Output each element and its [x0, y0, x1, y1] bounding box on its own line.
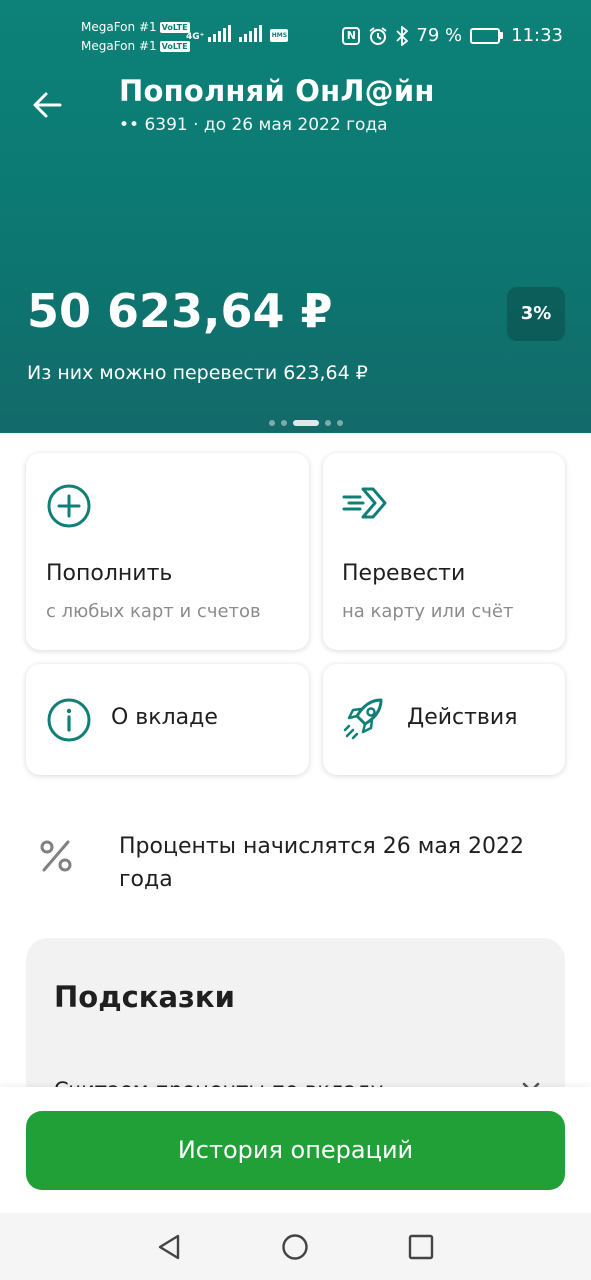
transfer-subtitle: на карту или счёт — [342, 601, 514, 622]
pager-dot[interactable] — [325, 420, 331, 426]
interest-info-text: Проценты начислятся 26 мая 2022 года — [119, 834, 525, 892]
transfer-title: Перевести — [342, 561, 466, 586]
network-type-label: 4G⁺ — [186, 32, 205, 42]
info-circle-icon — [47, 698, 91, 742]
alarm-icon — [369, 26, 387, 45]
signal-icon: 4G⁺ — [186, 24, 232, 42]
home-circle-icon[interactable] — [281, 1233, 309, 1261]
interest-info: Проценты начислятся 26 мая 2022 года — [0, 820, 591, 910]
bluetooth-icon — [396, 25, 409, 46]
pager-dot[interactable] — [269, 420, 275, 426]
account-subtitle: •• 6391 · до 26 мая 2022 года — [119, 115, 388, 135]
status-bar: MegaFon #1 VoLTE MegaFon #1 VoLTE 4G⁺ HMS … — [0, 0, 591, 72]
deposit-info-card[interactable]: О вкладе — [26, 664, 309, 775]
system-nav-bar — [0, 1213, 591, 1280]
carrier-info: MegaFon #1 VoLTE MegaFon #1 VoLTE — [81, 18, 190, 56]
carrier-2-label: MegaFon #1 — [81, 39, 157, 53]
topup-subtitle: с любых карт и счетов — [46, 601, 261, 622]
status-right: N 79 % 11:33 — [342, 25, 563, 46]
deposit-info-title: О вкладе — [111, 705, 218, 730]
battery-icon — [470, 27, 504, 44]
pager-dots[interactable] — [269, 420, 343, 426]
hints-title: Подсказки — [54, 980, 235, 1014]
volte-badge: VoLTE — [159, 41, 190, 52]
actions-title: Действия — [407, 705, 518, 730]
send-arrow-icon — [342, 487, 387, 519]
plus-circle-icon — [47, 484, 91, 528]
nfc-icon: N — [342, 26, 361, 45]
rocket-icon — [343, 698, 383, 740]
balance-amount: 50 623,64 ₽ — [27, 284, 333, 338]
topup-title: Пополнить — [46, 561, 173, 586]
hms-icon: HMS — [270, 29, 289, 42]
account-header: MegaFon #1 VoLTE MegaFon #1 VoLTE 4G⁺ HMS … — [0, 0, 591, 433]
pager-dot[interactable] — [337, 420, 343, 426]
battery-percent: 79 % — [416, 25, 463, 46]
pager-dot-active[interactable] — [293, 420, 319, 426]
interest-rate-badge: 3% — [507, 287, 565, 341]
carrier-1-label: MegaFon #1 — [81, 20, 157, 34]
percent-icon — [40, 840, 72, 872]
clock: 11:33 — [511, 25, 563, 46]
back-triangle-icon[interactable] — [156, 1233, 182, 1261]
signal-icon — [239, 24, 263, 42]
transferable-amount: Из них можно перевести 623,64 ₽ — [27, 362, 368, 384]
page-title: Пополняй ОнЛ@йн — [119, 74, 435, 108]
bottom-panel: История операций — [0, 1087, 591, 1213]
actions-card[interactable]: Действия — [323, 664, 565, 775]
history-button[interactable]: История операций — [26, 1111, 565, 1190]
pager-dot[interactable] — [281, 420, 287, 426]
arrow-left-icon[interactable] — [30, 88, 64, 122]
transfer-card[interactable]: Перевести на карту или счёт — [323, 453, 565, 650]
topup-card[interactable]: Пополнить с любых карт и счетов — [26, 453, 309, 650]
signal-indicators: 4G⁺ HMS — [186, 24, 289, 42]
recents-square-icon[interactable] — [408, 1233, 434, 1261]
